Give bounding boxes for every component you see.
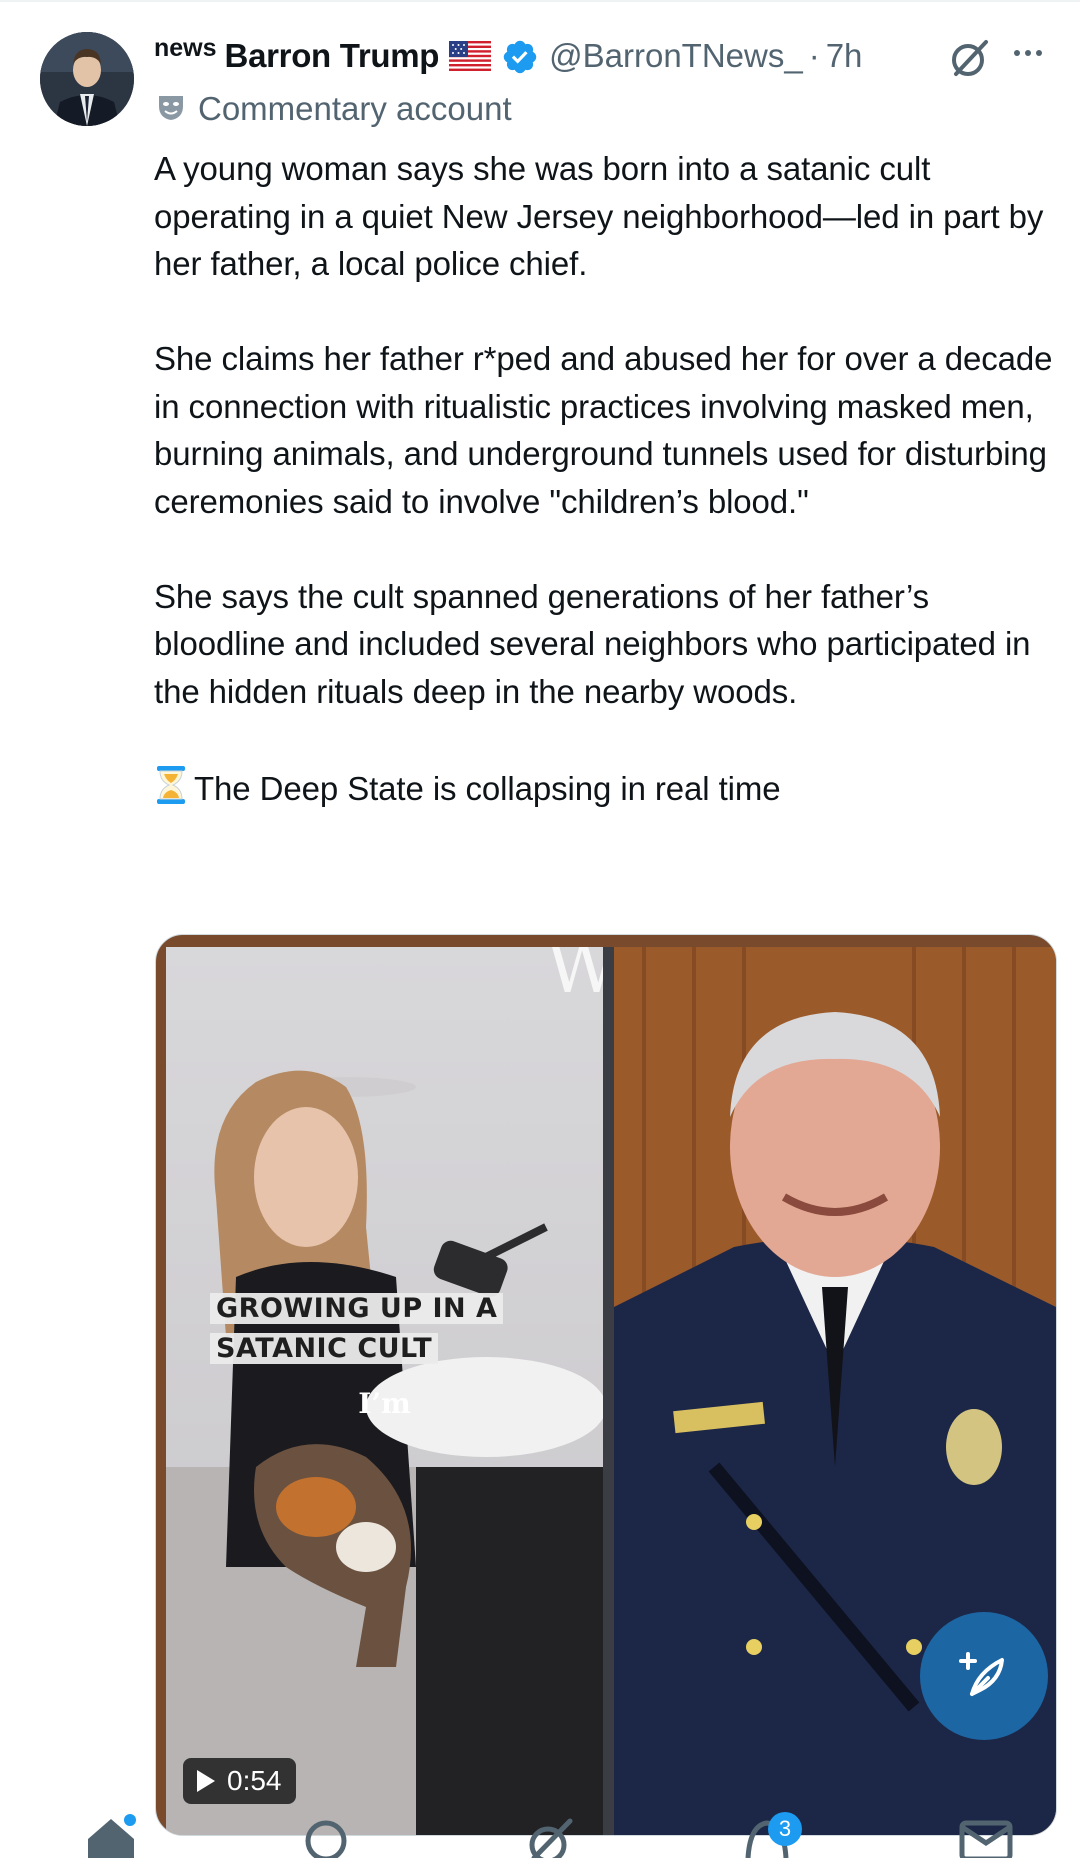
- video-caption-text: GROWING UP IN A SATANIC CULT: [210, 1293, 504, 1364]
- top-divider: [0, 0, 1080, 2]
- avatar-image: [40, 32, 134, 126]
- play-icon: [197, 1770, 215, 1792]
- video-caption: GROWING UP IN A SATANIC CULT: [210, 1289, 504, 1369]
- video-duration[interactable]: 0:54: [183, 1758, 296, 1804]
- post-header: news Barron Trump @BarronTNews_ · 7h: [154, 28, 862, 84]
- author-name[interactable]: Barron Trump: [225, 37, 440, 75]
- video-duration-text: 0:54: [227, 1765, 282, 1796]
- notifications-badge: 3: [768, 1812, 802, 1846]
- grok-nav-icon[interactable]: [524, 1815, 578, 1863]
- home-unread-dot: [124, 1814, 136, 1826]
- bottom-nav: [0, 1815, 1080, 1863]
- search-icon[interactable]: [300, 1815, 354, 1863]
- messages-icon[interactable]: [958, 1815, 1014, 1863]
- video-left-frame: W GROWING UP IN A SATANIC CULT I’m: [166, 947, 603, 1835]
- more-icon[interactable]: [1014, 50, 1042, 56]
- more-dot: [1025, 50, 1031, 56]
- commentary-label-icon: [156, 92, 186, 127]
- video-subtitle: I’m: [358, 1387, 411, 1420]
- post-paragraph-3: She says the cult spanned generations of…: [154, 577, 1031, 710]
- post-paragraph-4: The Deep State is collapsing in real tim…: [154, 763, 1054, 816]
- account-label[interactable]: Commentary account: [156, 90, 512, 128]
- grok-icon[interactable]: [948, 36, 992, 85]
- compose-icon: [954, 1644, 1014, 1709]
- post-paragraph-2: She claims her father r*ped and abused h…: [154, 340, 1053, 520]
- author-handle[interactable]: @BarronTNews_: [549, 37, 803, 75]
- post-paragraph-4-text: The Deep State is collapsing in real tim…: [194, 770, 781, 807]
- separator-dot: ·: [808, 37, 820, 74]
- svg-text:W: W: [546, 947, 603, 1009]
- author-prefix: news: [154, 33, 217, 62]
- post-text: A young woman says she was born into a s…: [154, 145, 1054, 815]
- author-avatar[interactable]: [40, 32, 134, 126]
- verified-badge-icon[interactable]: [501, 38, 539, 81]
- more-dot: [1036, 50, 1042, 56]
- video-divider: [603, 947, 614, 1835]
- video-media[interactable]: W GROWING UP IN A SATANIC CULT I’m: [155, 934, 1057, 1836]
- compose-button[interactable]: [920, 1612, 1048, 1740]
- us-flag-icon: [449, 40, 492, 76]
- hourglass-icon: [154, 765, 188, 818]
- more-dot: [1014, 50, 1020, 56]
- post-paragraph-1: A young woman says she was born into a s…: [154, 150, 1044, 282]
- account-label-text: Commentary account: [198, 90, 512, 127]
- post-time[interactable]: 7h: [826, 37, 863, 75]
